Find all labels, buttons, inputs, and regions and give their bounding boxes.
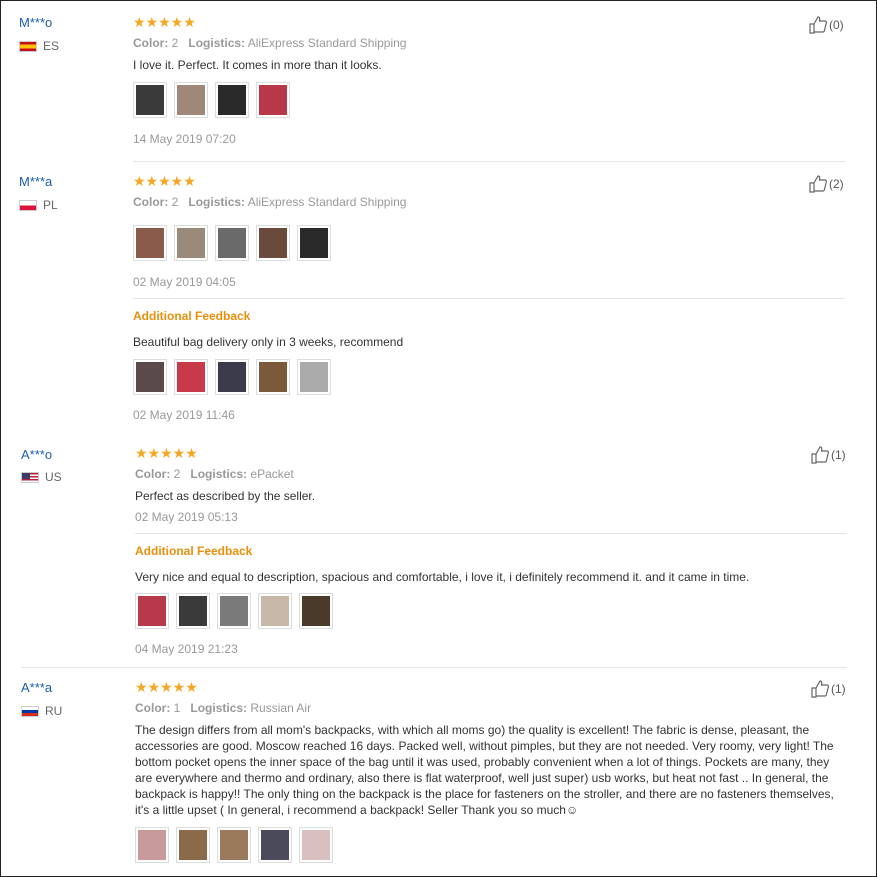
review-photo[interactable] bbox=[133, 359, 167, 395]
review-photo[interactable] bbox=[176, 593, 210, 629]
review-photos bbox=[135, 827, 333, 863]
review-text: Perfect as described by the seller. bbox=[135, 489, 316, 503]
additional-feedback-photos bbox=[135, 593, 333, 629]
additional-feedback-text: Beautiful bag delivery only in 3 weeks, … bbox=[133, 335, 404, 349]
review-photo[interactable] bbox=[133, 225, 167, 261]
review-photo[interactable] bbox=[135, 593, 169, 629]
helpful-count: (2) bbox=[829, 177, 844, 191]
review-photo[interactable] bbox=[133, 82, 167, 118]
review-photo[interactable] bbox=[299, 593, 333, 629]
review-divider bbox=[21, 667, 847, 668]
helpful-button[interactable]: (1) bbox=[811, 680, 846, 698]
logistics-label: Logistics: bbox=[190, 467, 248, 481]
reviewer-country: RU bbox=[21, 704, 62, 718]
country-code: RU bbox=[45, 704, 63, 718]
usa-flag-icon bbox=[21, 471, 39, 483]
country-code: US bbox=[45, 470, 62, 484]
review-meta: Color: 2 Logistics: AliExpress Standard … bbox=[133, 36, 406, 50]
russia-flag-icon bbox=[21, 705, 39, 717]
helpful-count: (1) bbox=[831, 682, 846, 696]
review-date: 14 May 2019 07:20 bbox=[133, 132, 236, 146]
reviewer-name[interactable]: M***o bbox=[19, 15, 52, 30]
additional-feedback-date: 02 May 2019 11:46 bbox=[133, 408, 235, 422]
helpful-count: (1) bbox=[831, 448, 846, 462]
review-date: 02 May 2019 04:05 bbox=[133, 275, 236, 289]
reviewer-name[interactable]: A***a bbox=[21, 680, 52, 695]
country-code: ES bbox=[43, 39, 60, 53]
helpful-count: (0) bbox=[829, 18, 844, 32]
color-value: 1 bbox=[173, 701, 181, 715]
reviewer-country: PL bbox=[19, 198, 58, 212]
country-code: PL bbox=[43, 198, 58, 212]
review-photos bbox=[133, 225, 331, 261]
logistics-value: ePacket bbox=[250, 467, 294, 481]
review-photo[interactable] bbox=[299, 827, 333, 863]
logistics-label: Logistics: bbox=[190, 701, 248, 715]
color-value: 2 bbox=[171, 195, 179, 209]
review-photo[interactable] bbox=[174, 225, 208, 261]
review-text: I love it. Perfect. It comes in more tha… bbox=[133, 58, 382, 72]
review-photo[interactable] bbox=[297, 225, 331, 261]
review-divider bbox=[133, 161, 845, 162]
star-rating: ★★★★★ bbox=[133, 173, 196, 189]
star-rating: ★★★★★ bbox=[135, 445, 198, 461]
review-divider bbox=[133, 298, 845, 299]
thumbs-up-icon bbox=[809, 175, 827, 193]
review-photo[interactable] bbox=[258, 593, 292, 629]
review-photos bbox=[133, 82, 290, 118]
logistics-label: Logistics: bbox=[188, 36, 246, 50]
review-meta: Color: 2 Logistics: AliExpress Standard … bbox=[133, 195, 406, 209]
color-value: 2 bbox=[173, 467, 181, 481]
logistics-value: AliExpress Standard Shipping bbox=[247, 36, 407, 50]
review-meta: Color: 2 Logistics: ePacket bbox=[135, 467, 294, 481]
review-divider bbox=[135, 533, 847, 534]
feedback-list: M***o ES ★★★★★ Color: 2 Logistics: AliEx… bbox=[0, 0, 877, 877]
reviewer-country: ES bbox=[19, 39, 59, 53]
review-photo[interactable] bbox=[256, 225, 290, 261]
color-value: 2 bbox=[171, 36, 179, 50]
review-photo[interactable] bbox=[215, 82, 249, 118]
thumbs-up-icon bbox=[811, 680, 829, 698]
additional-feedback-text: Very nice and equal to description, spac… bbox=[135, 570, 750, 584]
reviewer-name[interactable]: M***a bbox=[19, 174, 52, 189]
color-label: Color: bbox=[133, 195, 169, 209]
review-text: The design differs from all mom's backpa… bbox=[135, 723, 834, 817]
thumbs-up-icon bbox=[811, 446, 829, 464]
additional-feedback-date: 04 May 2019 21:23 bbox=[135, 642, 238, 656]
review-photo[interactable] bbox=[256, 359, 290, 395]
color-label: Color: bbox=[135, 701, 171, 715]
additional-feedback-label: Additional Feedback bbox=[135, 544, 253, 558]
color-label: Color: bbox=[133, 36, 169, 50]
additional-feedback-photos bbox=[133, 359, 331, 395]
review-photo[interactable] bbox=[174, 359, 208, 395]
star-rating: ★★★★★ bbox=[133, 14, 196, 30]
review-photo[interactable] bbox=[297, 359, 331, 395]
additional-feedback-label: Additional Feedback bbox=[133, 309, 251, 323]
review-photo[interactable] bbox=[176, 827, 210, 863]
thumbs-up-icon bbox=[809, 16, 827, 34]
review-photo[interactable] bbox=[217, 593, 251, 629]
review-photo[interactable] bbox=[135, 827, 169, 863]
helpful-button[interactable]: (1) bbox=[811, 446, 846, 464]
helpful-button[interactable]: (2) bbox=[809, 175, 844, 193]
reviewer-name[interactable]: A***o bbox=[21, 447, 52, 462]
logistics-value: Russian Air bbox=[250, 701, 312, 715]
helpful-button[interactable]: (0) bbox=[809, 16, 844, 34]
review-photo[interactable] bbox=[256, 82, 290, 118]
review-photo[interactable] bbox=[174, 82, 208, 118]
spain-flag-icon bbox=[19, 40, 37, 52]
reviewer-country: US bbox=[21, 470, 62, 484]
review-photo[interactable] bbox=[215, 225, 249, 261]
star-rating: ★★★★★ bbox=[135, 679, 198, 695]
review-photo[interactable] bbox=[258, 827, 292, 863]
review-photo[interactable] bbox=[217, 827, 251, 863]
color-label: Color: bbox=[135, 467, 171, 481]
review-date: 02 May 2019 05:13 bbox=[135, 510, 238, 524]
review-photo[interactable] bbox=[215, 359, 249, 395]
poland-flag-icon bbox=[19, 199, 37, 211]
logistics-value: AliExpress Standard Shipping bbox=[247, 195, 407, 209]
logistics-label: Logistics: bbox=[188, 195, 246, 209]
review-meta: Color: 1 Logistics: Russian Air bbox=[135, 701, 311, 715]
